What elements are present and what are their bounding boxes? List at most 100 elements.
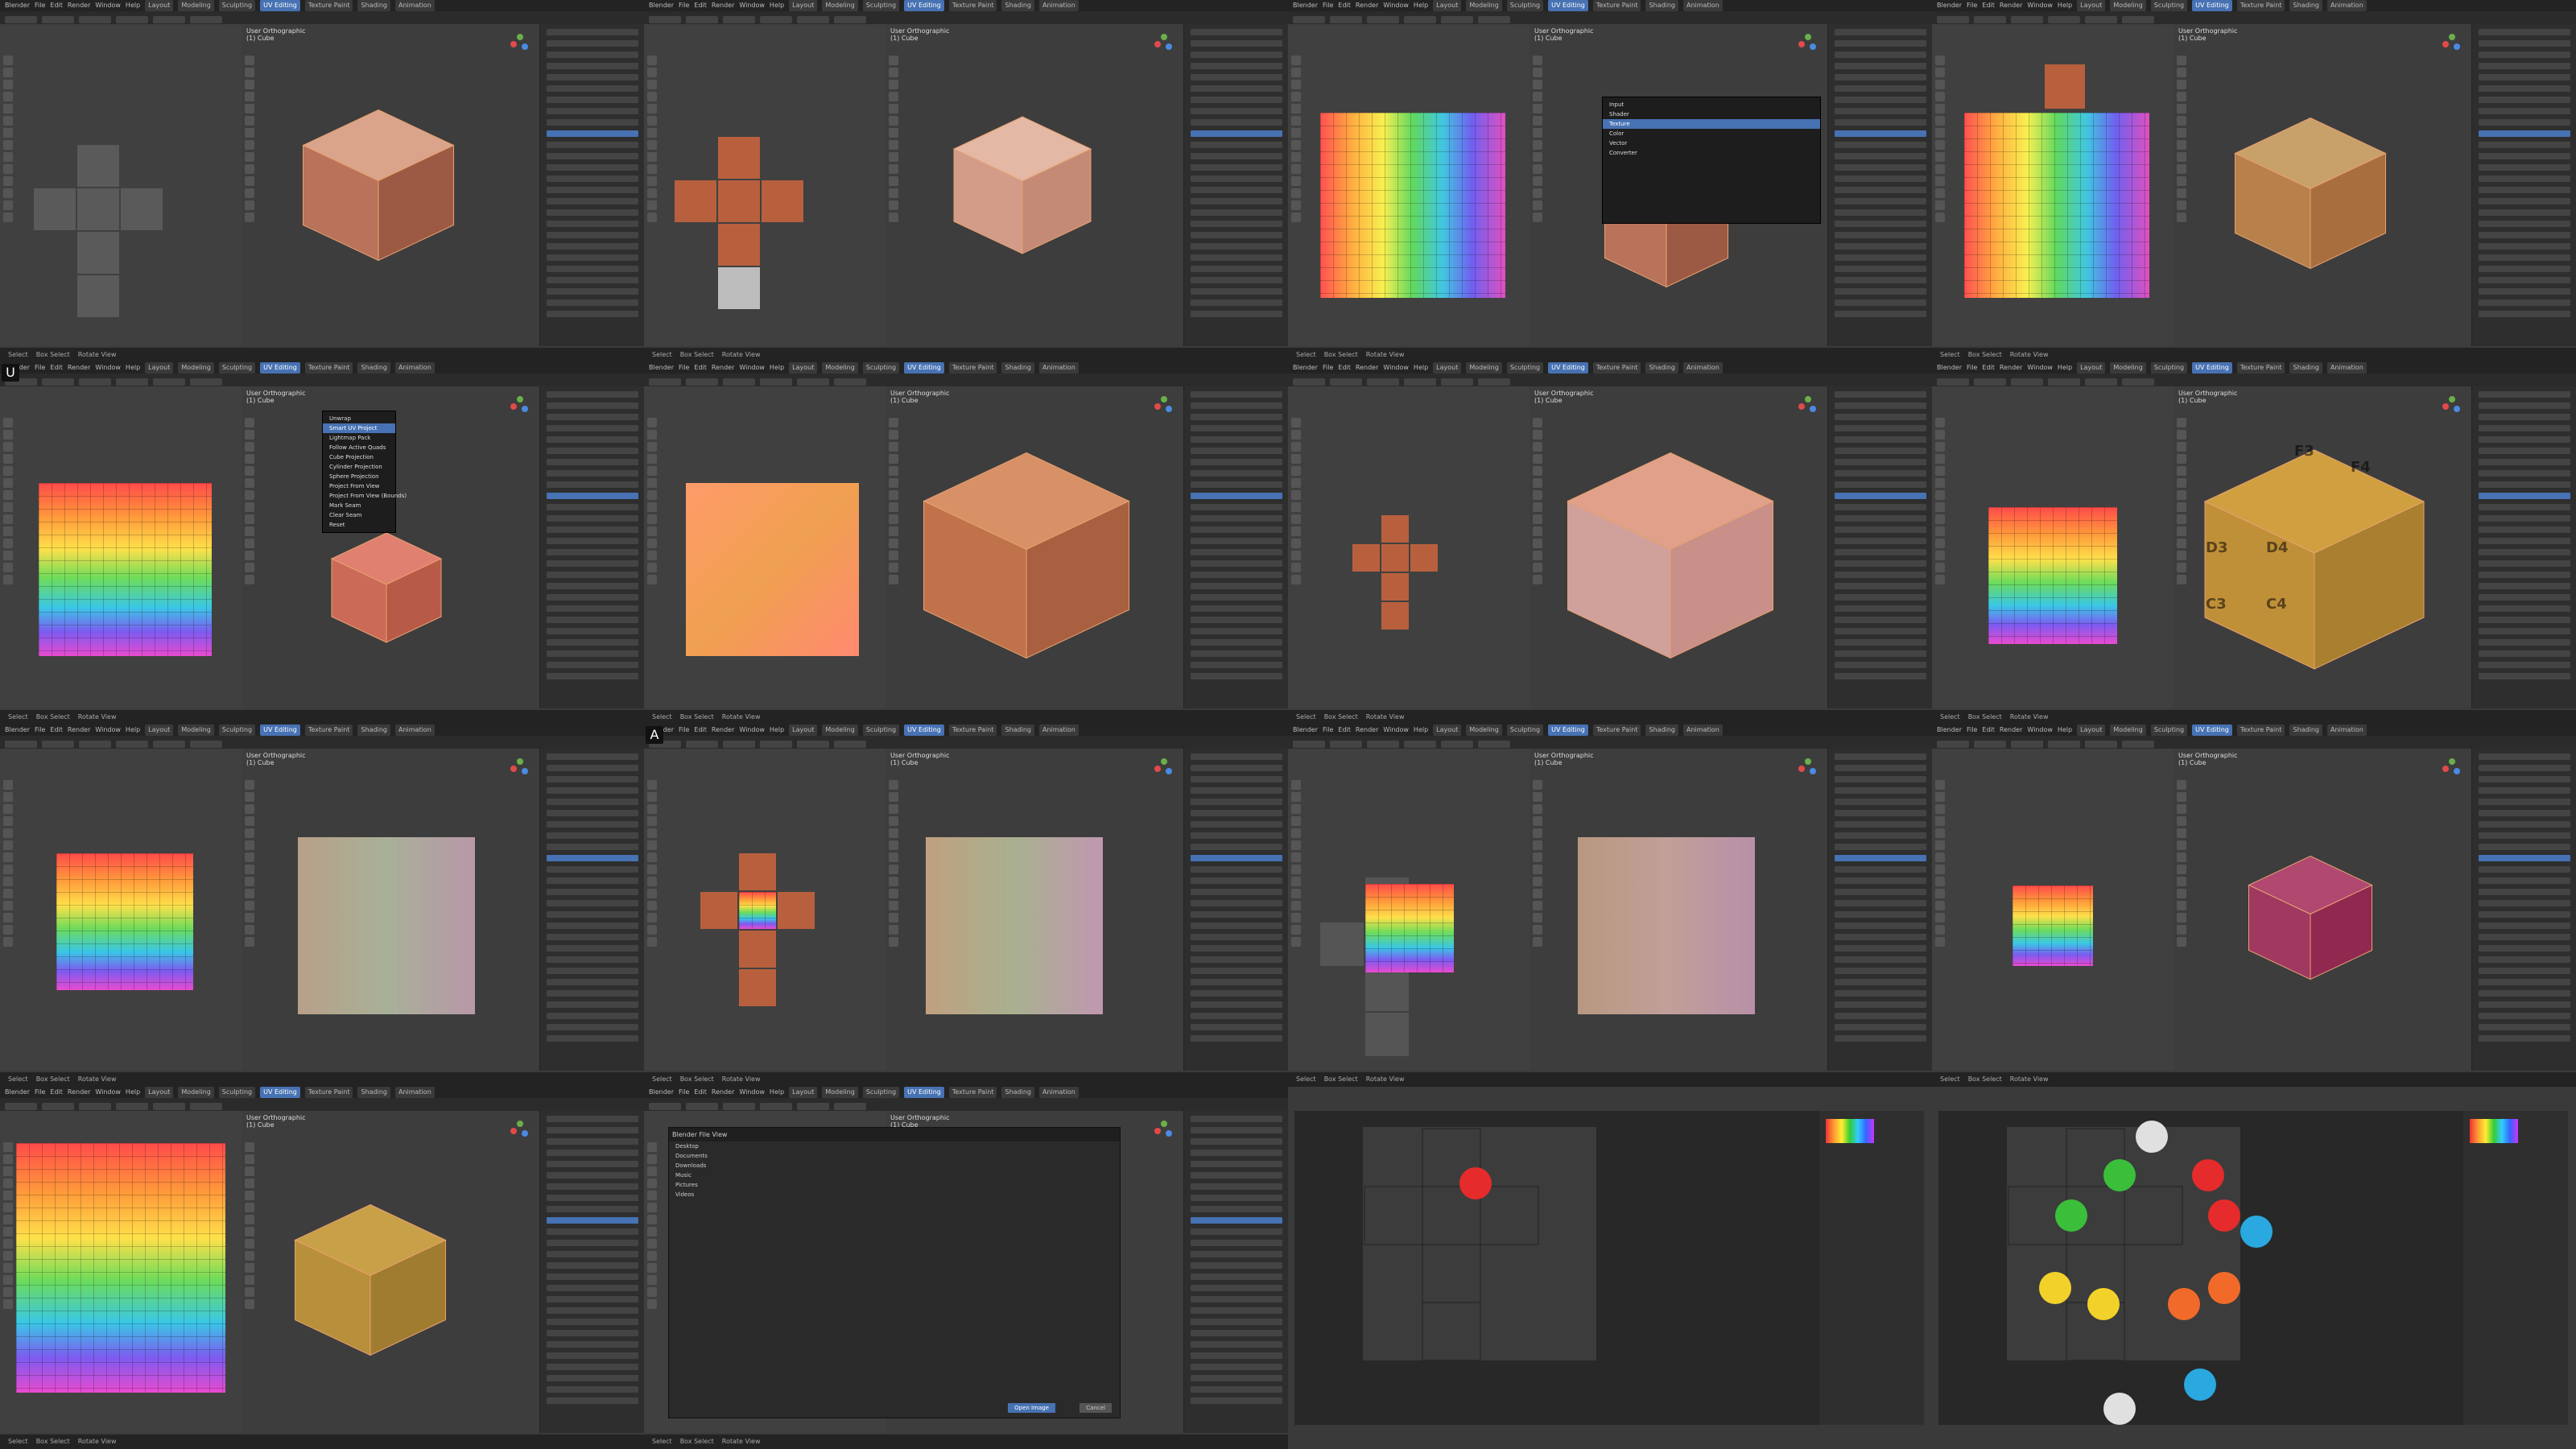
tool-icon[interactable]: [889, 92, 898, 101]
property-row[interactable]: [547, 787, 638, 794]
property-row[interactable]: [1191, 311, 1282, 317]
file-browser-bookmark[interactable]: Documents: [669, 1151, 1120, 1161]
property-row[interactable]: [1191, 243, 1282, 250]
menu-item[interactable]: Cylinder Projection: [323, 462, 395, 472]
property-row[interactable]: [1191, 1364, 1282, 1370]
property-row[interactable]: [547, 153, 638, 159]
property-row[interactable]: [547, 1375, 638, 1381]
tool-icon[interactable]: [3, 80, 13, 89]
menu-item-edit[interactable]: Edit: [694, 362, 707, 374]
menu-item-blender[interactable]: Blender: [649, 1087, 674, 1098]
tab-modeling[interactable]: Modeling: [822, 362, 858, 374]
property-row[interactable]: [1835, 583, 1926, 589]
properties-panel[interactable]: [1827, 24, 1932, 346]
menu-item-render[interactable]: Render: [68, 362, 90, 374]
property-row[interactable]: [547, 1330, 638, 1336]
3d-viewport[interactable]: [242, 749, 539, 1071]
menu-item-edit[interactable]: Edit: [1338, 0, 1351, 11]
menu-item-window[interactable]: Window: [739, 362, 765, 374]
tool-icon[interactable]: [1935, 539, 1945, 548]
tool-icon[interactable]: [1291, 913, 1301, 923]
property-row[interactable]: [1191, 164, 1282, 171]
tab-texture-paint[interactable]: Texture Paint: [2236, 0, 2285, 11]
tool-icon[interactable]: [1291, 925, 1301, 935]
tool-icon[interactable]: [1291, 792, 1301, 802]
tool-icon[interactable]: [245, 418, 254, 427]
menu-item[interactable]: Texture: [1603, 119, 1820, 129]
tool-icon[interactable]: [245, 913, 254, 923]
property-row[interactable]: [1835, 29, 1926, 35]
property-row[interactable]: [1835, 549, 1926, 555]
tool-icon[interactable]: [889, 852, 898, 862]
tab-texture-paint[interactable]: Texture Paint: [2236, 724, 2285, 736]
tab-sculpting[interactable]: Sculpting: [2150, 0, 2188, 11]
property-row[interactable]: [2479, 74, 2570, 80]
property-row[interactable]: [1191, 639, 1282, 646]
3d-viewport[interactable]: [242, 24, 539, 346]
menu-item-render[interactable]: Render: [712, 724, 734, 736]
property-row[interactable]: [2479, 459, 2570, 465]
property-row[interactable]: [2479, 130, 2570, 137]
tab-layout[interactable]: Layout: [1433, 724, 1462, 736]
property-row[interactable]: [547, 221, 638, 227]
uv-editor[interactable]: [0, 749, 242, 1071]
property-row[interactable]: [547, 130, 638, 137]
tab-sculpting[interactable]: Sculpting: [218, 0, 256, 11]
property-row[interactable]: [1191, 821, 1282, 828]
tool-icon[interactable]: [889, 176, 898, 186]
property-row[interactable]: [1835, 142, 1926, 148]
tool-icon[interactable]: [3, 418, 13, 427]
property-row[interactable]: [547, 1127, 638, 1133]
tool-icon[interactable]: [1533, 188, 1542, 198]
tool-icon[interactable]: [647, 176, 657, 186]
tab-animation[interactable]: Animation: [2326, 724, 2367, 736]
property-row[interactable]: [2479, 605, 2570, 612]
tool-icon[interactable]: [245, 152, 254, 162]
menu-item[interactable]: Input: [1603, 100, 1820, 109]
tool-icon[interactable]: [889, 104, 898, 114]
tool-icon[interactable]: [1291, 840, 1301, 850]
menu-item-window[interactable]: Window: [739, 1087, 765, 1098]
tool-icon[interactable]: [647, 454, 657, 464]
tab-uv-editing[interactable]: UV Editing: [260, 724, 300, 736]
tool-icon[interactable]: [889, 877, 898, 886]
tool-icon[interactable]: [647, 478, 657, 488]
tool-icon[interactable]: [2177, 140, 2186, 150]
property-row[interactable]: [2479, 583, 2570, 589]
property-row[interactable]: [2479, 810, 2570, 816]
tool-icon[interactable]: [647, 128, 657, 138]
tool-icon[interactable]: [1935, 937, 1945, 947]
property-row[interactable]: [547, 311, 638, 317]
property-row[interactable]: [1191, 855, 1282, 861]
properties-panel[interactable]: [1183, 749, 1288, 1071]
tab-modeling[interactable]: Modeling: [178, 0, 214, 11]
property-row[interactable]: [1835, 425, 1926, 431]
tab-texture-paint[interactable]: Texture Paint: [304, 0, 353, 11]
property-row[interactable]: [2479, 63, 2570, 69]
tool-icon[interactable]: [647, 514, 657, 524]
tab-layout[interactable]: Layout: [2077, 362, 2106, 374]
tab-sculpting[interactable]: Sculpting: [862, 362, 900, 374]
menu-item-edit[interactable]: Edit: [50, 0, 63, 11]
property-row[interactable]: [547, 560, 638, 567]
tab-animation[interactable]: Animation: [394, 1087, 435, 1098]
property-row[interactable]: [1191, 1172, 1282, 1179]
tool-icon[interactable]: [2177, 152, 2186, 162]
tool-icon[interactable]: [245, 478, 254, 488]
tool-icon[interactable]: [647, 466, 657, 476]
tool-icon[interactable]: [1291, 877, 1301, 886]
property-row[interactable]: [1191, 515, 1282, 522]
tool-icon[interactable]: [1291, 104, 1301, 114]
property-row[interactable]: [1191, 425, 1282, 431]
tab-modeling[interactable]: Modeling: [178, 724, 214, 736]
property-row[interactable]: [547, 1116, 638, 1122]
property-row[interactable]: [1835, 198, 1926, 204]
property-row[interactable]: [547, 617, 638, 623]
property-row[interactable]: [547, 515, 638, 522]
property-row[interactable]: [1835, 639, 1926, 646]
property-row[interactable]: [1191, 650, 1282, 657]
tool-icon[interactable]: [1533, 865, 1542, 874]
property-row[interactable]: [547, 583, 638, 589]
property-row[interactable]: [1835, 776, 1926, 782]
tool-icon[interactable]: [2177, 780, 2186, 790]
